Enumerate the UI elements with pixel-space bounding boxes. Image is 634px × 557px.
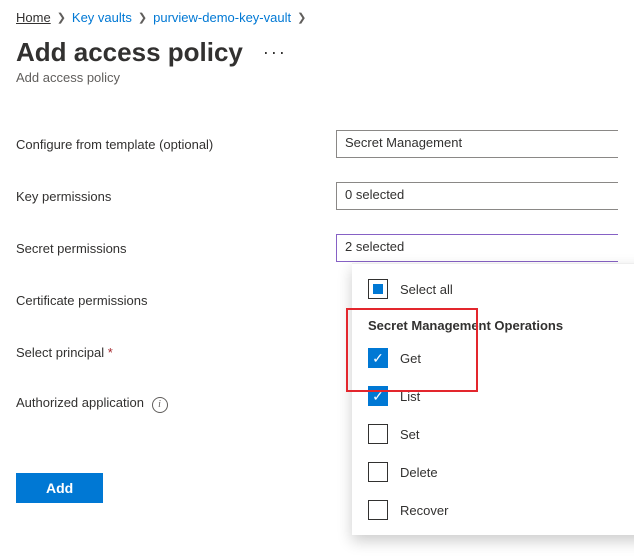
option-list-label: List xyxy=(400,389,420,404)
select-principal-text: Select principal xyxy=(16,345,104,360)
breadcrumb-vault[interactable]: purview-demo-key-vault xyxy=(153,10,291,25)
secret-permissions-label: Secret permissions xyxy=(16,241,336,256)
authorized-app-label: Authorized application i xyxy=(16,395,336,413)
breadcrumb-keyvaults[interactable]: Key vaults xyxy=(72,10,132,25)
authorized-app-text: Authorized application xyxy=(16,395,144,410)
key-permissions-label: Key permissions xyxy=(16,189,336,204)
template-row: Configure from template (optional) Secre… xyxy=(16,131,618,157)
template-label: Configure from template (optional) xyxy=(16,137,336,152)
option-recover-label: Recover xyxy=(400,503,448,518)
option-list[interactable]: ✓ List xyxy=(352,377,634,415)
option-delete-label: Delete xyxy=(400,465,438,480)
checkbox-indeterminate-icon xyxy=(368,279,388,299)
certificate-permissions-label: Certificate permissions xyxy=(16,293,336,308)
chevron-right-icon: ❯ xyxy=(57,11,66,24)
option-get[interactable]: ✓ Get xyxy=(352,339,634,377)
chevron-right-icon: ❯ xyxy=(297,11,306,24)
breadcrumb: Home ❯ Key vaults ❯ purview-demo-key-vau… xyxy=(16,10,618,25)
template-select[interactable]: Secret Management xyxy=(336,130,618,158)
select-all-option[interactable]: Select all xyxy=(352,270,634,308)
page-title-text: Add access policy xyxy=(16,37,243,68)
add-button[interactable]: Add xyxy=(16,473,103,503)
select-all-label: Select all xyxy=(400,282,453,297)
info-icon[interactable]: i xyxy=(152,397,168,413)
secret-permissions-row: Secret permissions 2 selected xyxy=(16,235,618,261)
option-get-label: Get xyxy=(400,351,421,366)
page-title: Add access policy ··· xyxy=(16,37,618,68)
option-recover[interactable]: Recover xyxy=(352,491,634,529)
option-delete[interactable]: Delete xyxy=(352,453,634,491)
key-permissions-row: Key permissions 0 selected xyxy=(16,183,618,209)
breadcrumb-home[interactable]: Home xyxy=(16,10,51,25)
option-set[interactable]: Set xyxy=(352,415,634,453)
checkbox-checked-icon: ✓ xyxy=(368,386,388,406)
key-permissions-select[interactable]: 0 selected xyxy=(336,182,618,210)
page-subtitle: Add access policy xyxy=(16,70,618,85)
required-icon: * xyxy=(108,345,113,360)
checkbox-empty-icon xyxy=(368,500,388,520)
checkbox-empty-icon xyxy=(368,462,388,482)
checkbox-empty-icon xyxy=(368,424,388,444)
secret-permissions-dropdown: Select all Secret Management Operations … xyxy=(352,263,634,535)
option-set-label: Set xyxy=(400,427,420,442)
checkbox-checked-icon: ✓ xyxy=(368,348,388,368)
chevron-right-icon: ❯ xyxy=(138,11,147,24)
select-principal-label: Select principal * xyxy=(16,345,336,360)
secret-permissions-select[interactable]: 2 selected xyxy=(336,234,618,262)
more-actions-icon[interactable]: ··· xyxy=(263,42,287,63)
section-header: Secret Management Operations xyxy=(352,308,634,339)
